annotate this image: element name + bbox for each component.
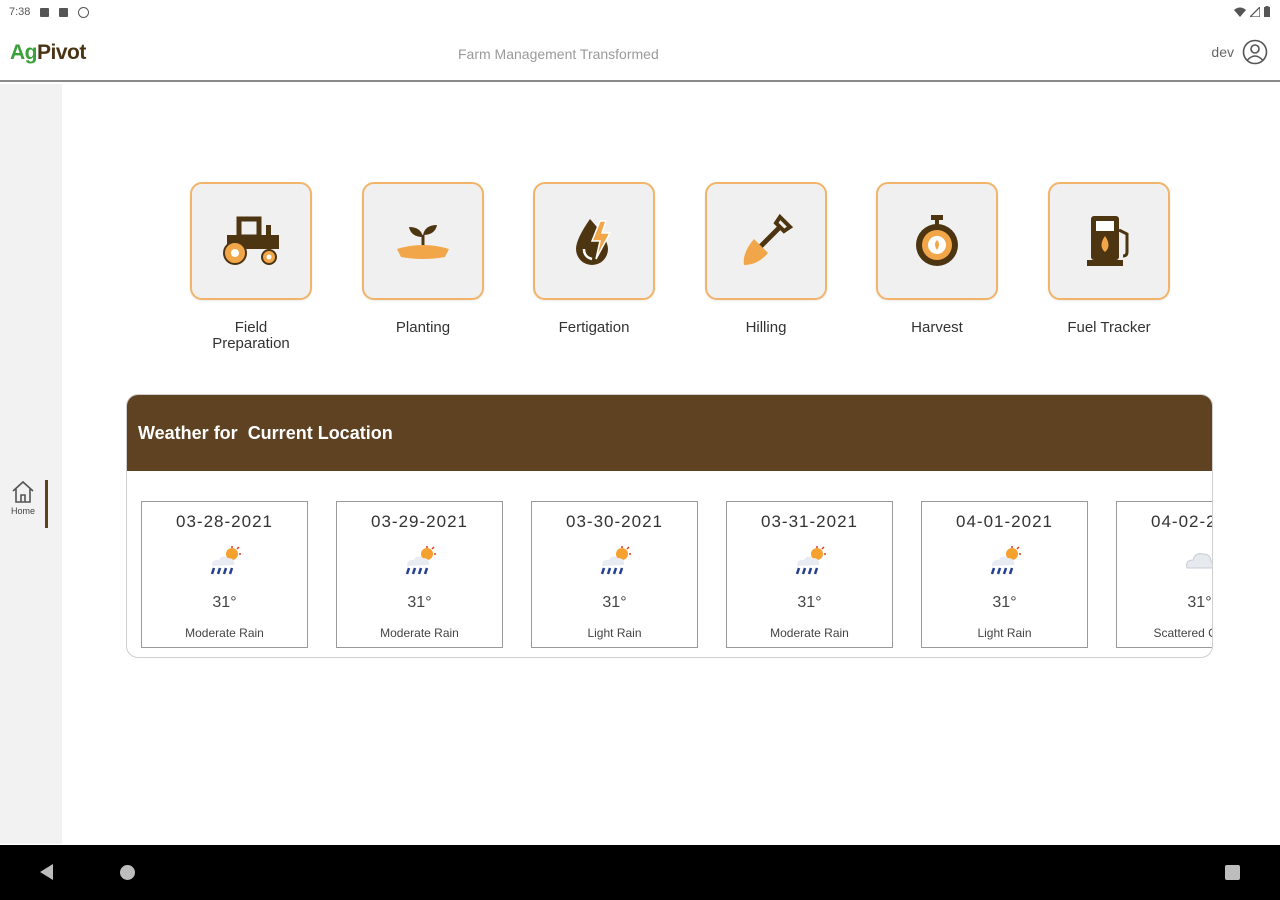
rain-sun-icon (210, 546, 241, 575)
forecast-date: 04-01-2021 (956, 512, 1053, 531)
forecast-date: 03-30-2021 (566, 512, 663, 531)
shovel-icon (743, 213, 794, 265)
forecast-date: 03-28-2021 (176, 512, 273, 531)
weather-header: Weather for Current Location (127, 395, 1212, 471)
tile-icon-box[interactable] (1048, 182, 1170, 300)
forecast-card: 03-28-2021 31° Moderate Rain (141, 501, 308, 648)
forecast-temp: 31° (602, 594, 627, 611)
forecast-card: 03-31-2021 31° Moderate Rain (726, 501, 893, 648)
user-account-icon[interactable] (1242, 39, 1268, 65)
forecast-temp: 31° (992, 594, 1017, 611)
sync-icon (78, 6, 90, 18)
forecast-temp: 31° (407, 594, 432, 611)
rain-sun-icon (405, 546, 436, 575)
forecast-temp: 31° (212, 594, 237, 611)
forecast-date: 03-31-2021 (761, 512, 858, 531)
rain-sun-icon (600, 546, 631, 575)
notification-icon (40, 7, 50, 17)
fuel-pump-icon (1087, 216, 1129, 266)
tile-icon-box[interactable] (190, 182, 312, 300)
stopwatch-icon (916, 215, 958, 266)
tile-fuel-tracker[interactable]: Fuel Tracker (1048, 182, 1170, 352)
forecast-condition: Scattered Clouds (1153, 626, 1212, 640)
app-tagline: Farm Management Transformed (458, 46, 659, 62)
sidebar-item-home[interactable]: Home (8, 480, 48, 528)
tile-field-preparation[interactable]: Field Preparation (190, 182, 312, 352)
battery-icon (1264, 6, 1270, 17)
recent-apps-icon[interactable] (1225, 865, 1240, 880)
forecast-condition: Moderate Rain (770, 626, 849, 640)
tile-harvest[interactable]: Harvest (876, 182, 998, 352)
back-icon[interactable] (40, 864, 53, 880)
forecast-condition: Moderate Rain (185, 626, 264, 640)
status-time: 7:38 (9, 6, 31, 18)
fertigation-drop-icon (576, 219, 612, 265)
rain-sun-icon (990, 546, 1021, 575)
user-menu[interactable]: dev (1211, 39, 1268, 65)
weather-title: Weather for Current Location (138, 422, 393, 443)
agpivot-logo: AgPivot (10, 41, 86, 64)
sprout-icon (397, 225, 449, 259)
tile-icon-box[interactable] (362, 182, 484, 300)
active-indicator (45, 480, 48, 528)
forecast-condition: Moderate Rain (380, 626, 459, 640)
forecast-card: 03-30-2021 31° Light Rain (531, 501, 698, 648)
user-name: dev (1211, 44, 1234, 60)
forecast-date: 03-29-2021 (371, 512, 468, 531)
forecast-card: 04-01-2021 31° Light Rain (921, 501, 1088, 648)
system-status-bar: 7:38 (0, 0, 1280, 26)
weather-panel: Weather for Current Location 03-28-2021 … (126, 394, 1213, 658)
tile-icon-box[interactable] (705, 182, 827, 300)
tile-label: Planting (395, 319, 451, 336)
home-icon (12, 480, 34, 503)
tile-label: Fertigation (558, 319, 630, 336)
rain-sun-icon (795, 546, 826, 575)
forecast-temp: 31° (797, 594, 822, 611)
forecast-condition: Light Rain (977, 626, 1032, 640)
sidebar-item-label: Home (10, 506, 35, 516)
sidebar: Home (0, 84, 62, 844)
tile-label: Hilling (745, 319, 787, 336)
tile-label: Fuel Tracker (1067, 319, 1151, 336)
tile-fertigation[interactable]: Fertigation (533, 182, 655, 352)
sd-card-icon (59, 7, 69, 17)
forecast-date: 04-02-2021 (1151, 512, 1212, 531)
forecast-card: 04-02-2021 31° Scattered Clouds (1116, 501, 1212, 648)
tile-label: Field Preparation (212, 319, 290, 352)
tile-hilling[interactable]: Hilling (705, 182, 827, 352)
system-navigation-bar (0, 845, 1280, 900)
weather-forecast-list[interactable]: 03-28-2021 31° Moderate Rain 03-29-2021 … (127, 471, 1212, 657)
tile-planting[interactable]: Planting (362, 182, 484, 352)
app-header: AgPivot Farm Management Transformed dev (0, 26, 1280, 82)
home-button-icon[interactable] (120, 865, 135, 880)
tractor-icon (223, 216, 279, 265)
tile-icon-box[interactable] (533, 182, 655, 300)
signal-icon (1250, 6, 1260, 17)
forecast-condition: Light Rain (587, 626, 642, 640)
tile-label: Harvest (911, 319, 963, 336)
wifi-icon (1234, 7, 1246, 17)
forecast-card: 03-29-2021 31° Moderate Rain (336, 501, 503, 648)
tile-icon-box[interactable] (876, 182, 998, 300)
cloud-icon (1185, 553, 1212, 569)
forecast-temp: 31° (1187, 594, 1212, 611)
